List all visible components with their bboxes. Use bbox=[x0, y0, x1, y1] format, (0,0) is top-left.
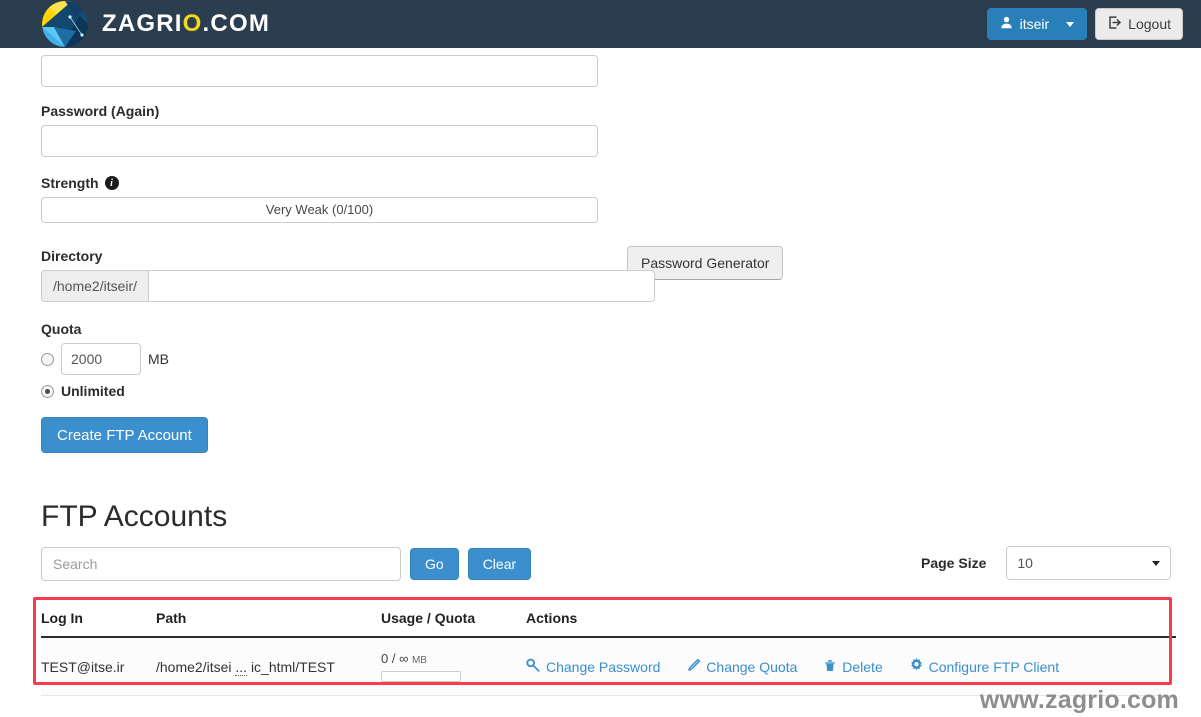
watermark: www.zagrio.com bbox=[979, 686, 1179, 714]
configure-ftp-client-action[interactable]: Configure FTP Client bbox=[909, 657, 1060, 676]
search-clear-button[interactable]: Clear bbox=[467, 548, 532, 580]
user-menu-button[interactable]: itseir bbox=[986, 8, 1088, 40]
quota-amount-input[interactable] bbox=[61, 343, 141, 375]
quota-unlimited-row: Unlimited bbox=[41, 383, 169, 399]
cell-path: /home2/itsei ... ic_html/TEST bbox=[156, 637, 381, 696]
path-truncation-indicator[interactable]: ... bbox=[235, 658, 248, 676]
directory-input-group: /home2/itseir/ bbox=[41, 270, 655, 302]
path-end: ic_html/TEST bbox=[250, 658, 335, 675]
usage-value: 0 / ∞ MB bbox=[381, 651, 526, 666]
configure-ftp-client-label: Configure FTP Client bbox=[928, 658, 1060, 675]
chevron-down-icon bbox=[1152, 560, 1161, 566]
page-size-select[interactable]: 10 bbox=[1006, 546, 1172, 580]
password-strength-value: Very Weak (0/100) bbox=[265, 202, 374, 217]
cell-login: TEST@itse.ir bbox=[41, 637, 156, 696]
quota-unlimited-radio[interactable] bbox=[41, 384, 54, 398]
navbar-right: itseir Logout bbox=[986, 8, 1183, 40]
user-icon bbox=[1000, 16, 1013, 32]
gear-icon bbox=[909, 657, 924, 676]
usage-unit: MB bbox=[411, 655, 427, 666]
trash-icon bbox=[823, 658, 837, 676]
strength-label-row: Strength i bbox=[41, 175, 598, 191]
brand-name: ZAGRIO.COM bbox=[102, 10, 270, 38]
quota-unlimited-label: Unlimited bbox=[61, 383, 125, 399]
column-header-usage-quota: Usage / Quota bbox=[381, 601, 526, 638]
chevron-down-icon bbox=[1066, 21, 1075, 27]
create-ftp-account-button[interactable]: Create FTP Account bbox=[41, 417, 208, 453]
column-header-actions: Actions bbox=[526, 601, 1176, 638]
info-circle-icon[interactable]: i bbox=[104, 176, 119, 190]
search-input[interactable] bbox=[41, 547, 401, 581]
change-quota-label: Change Quota bbox=[706, 658, 798, 675]
logout-button[interactable]: Logout bbox=[1095, 8, 1183, 40]
change-password-action[interactable]: Change Password bbox=[526, 658, 660, 676]
strength-label: Strength bbox=[41, 175, 99, 191]
usage-amount: 0 / ∞ bbox=[381, 651, 409, 666]
quota-label: Quota bbox=[41, 321, 82, 337]
search-go-button[interactable]: Go bbox=[410, 548, 459, 580]
brand-o: O bbox=[182, 10, 203, 37]
page-size-label: Page Size bbox=[921, 555, 987, 571]
password-again-label: Password (Again) bbox=[41, 103, 160, 119]
directory-label: Directory bbox=[41, 248, 103, 264]
directory-input[interactable] bbox=[148, 270, 655, 302]
user-menu-label: itseir bbox=[1019, 16, 1050, 32]
directory-prefix-addon: /home2/itseir/ bbox=[41, 270, 149, 302]
top-navbar: ZAGRIO.COM itseir Logout bbox=[0, 0, 1201, 48]
quota-amount-row: MB bbox=[41, 343, 169, 375]
delete-action[interactable]: Delete bbox=[823, 658, 883, 676]
table-header-row: Log In Path Usage / Quota Actions bbox=[41, 601, 1176, 638]
key-icon bbox=[526, 658, 541, 676]
password-input[interactable] bbox=[41, 55, 598, 87]
change-quota-action[interactable]: Change Quota bbox=[686, 658, 797, 676]
quota-amount-radio[interactable] bbox=[41, 352, 54, 366]
pencil-icon bbox=[686, 658, 701, 676]
password-again-input[interactable] bbox=[41, 125, 598, 157]
brand-logo[interactable]: ZAGRIO.COM bbox=[42, 1, 270, 47]
ftp-accounts-title: FTP Accounts bbox=[41, 500, 228, 533]
brand-prefix: ZAGRI bbox=[102, 10, 183, 37]
sign-out-icon bbox=[1107, 15, 1122, 33]
path-start: /home2/itsei bbox=[156, 658, 232, 675]
quota-unit-label: MB bbox=[148, 351, 169, 367]
column-header-path: Path bbox=[156, 601, 381, 638]
ftp-accounts-table: Log In Path Usage / Quota Actions TEST@i… bbox=[41, 601, 1176, 696]
zagrio-logo-icon bbox=[42, 1, 88, 47]
password-strength-bar: Very Weak (0/100) bbox=[41, 197, 598, 223]
logout-label: Logout bbox=[1128, 16, 1171, 32]
page-size-value: 10 bbox=[1017, 555, 1033, 571]
delete-label: Delete bbox=[842, 658, 883, 675]
column-header-login: Log In bbox=[41, 601, 156, 638]
brand-suffix: .COM bbox=[202, 10, 271, 37]
usage-progress-bar bbox=[381, 671, 461, 682]
cell-usage-quota: 0 / ∞ MB bbox=[381, 637, 526, 696]
change-password-label: Change Password bbox=[546, 658, 661, 675]
